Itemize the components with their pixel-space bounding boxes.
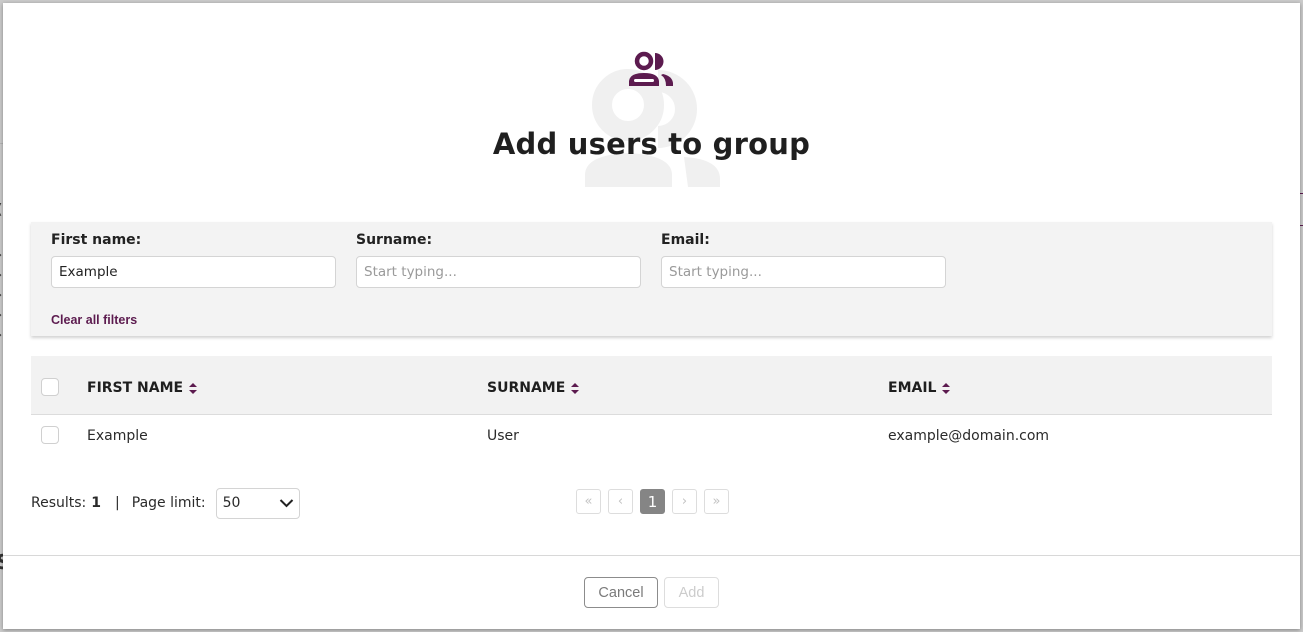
users-group-icon xyxy=(629,51,673,86)
column-header-surname[interactable]: SURNAME xyxy=(487,380,580,396)
page-limit-value: 50 xyxy=(222,495,241,511)
filter-panel: First name: Surname: Email: Clear all fi… xyxy=(31,222,1272,336)
first-page-button[interactable]: « xyxy=(576,489,601,514)
sort-icon[interactable] xyxy=(942,382,951,394)
column-label: SURNAME xyxy=(487,380,566,396)
background-chevron: › xyxy=(0,330,2,341)
first-name-input[interactable] xyxy=(51,256,336,288)
add-button[interactable]: Add xyxy=(664,577,719,608)
surname-input[interactable] xyxy=(356,256,641,288)
chevron-down-icon xyxy=(279,498,293,507)
cell-email: example@domain.com xyxy=(888,428,1050,444)
first-name-filter: First name: xyxy=(51,232,336,288)
select-all-checkbox[interactable] xyxy=(41,378,59,396)
results-count: 1 xyxy=(91,495,102,511)
results-label: Results: xyxy=(31,495,87,511)
background-chevron: › xyxy=(0,250,2,261)
cell-surname: User xyxy=(487,428,519,444)
sort-icon[interactable] xyxy=(571,382,580,394)
add-users-modal: Add users to group First name: Surname: … xyxy=(3,3,1300,629)
sort-icon[interactable] xyxy=(189,382,198,394)
users-table: FIRST NAME SURNAME EMAIL Example User ex… xyxy=(31,356,1272,459)
column-label: FIRST NAME xyxy=(87,380,184,396)
background-chevron: › xyxy=(0,290,2,301)
column-label: EMAIL xyxy=(888,380,937,396)
email-input[interactable] xyxy=(661,256,946,288)
table-header: FIRST NAME SURNAME EMAIL xyxy=(31,356,1272,415)
results-bar: Results: 1 | Page limit: 50 xyxy=(31,487,300,519)
page-button-current[interactable]: 1 xyxy=(640,489,665,514)
cancel-button[interactable]: Cancel xyxy=(584,577,658,608)
email-label: Email: xyxy=(661,232,710,248)
background-chevron: › xyxy=(0,310,2,321)
first-name-label: First name: xyxy=(51,232,142,248)
next-page-button[interactable]: › xyxy=(672,489,697,514)
pagination: « ‹ 1 › » xyxy=(576,489,729,514)
background-chevron: › xyxy=(0,270,2,281)
row-select-checkbox[interactable] xyxy=(41,426,59,444)
results-separator: | xyxy=(115,495,120,511)
footer-divider xyxy=(3,555,1300,556)
surname-label: Surname: xyxy=(356,232,433,248)
page-limit-label: Page limit: xyxy=(131,495,206,511)
column-header-first-name[interactable]: FIRST NAME xyxy=(87,380,198,396)
page-limit-select[interactable]: 50 xyxy=(215,487,300,519)
clear-all-filters-link[interactable]: Clear all filters xyxy=(51,313,137,327)
last-page-button[interactable]: » xyxy=(704,489,729,514)
modal-title: Add users to group xyxy=(492,127,811,161)
cell-first-name: Example xyxy=(87,428,148,444)
modal-header: Add users to group xyxy=(3,3,1300,203)
column-header-email[interactable]: EMAIL xyxy=(888,380,951,396)
table-row[interactable]: Example User example@domain.com xyxy=(31,415,1272,459)
surname-filter: Surname: xyxy=(356,232,641,288)
email-filter: Email: xyxy=(661,232,946,288)
previous-page-button[interactable]: ‹ xyxy=(608,489,633,514)
